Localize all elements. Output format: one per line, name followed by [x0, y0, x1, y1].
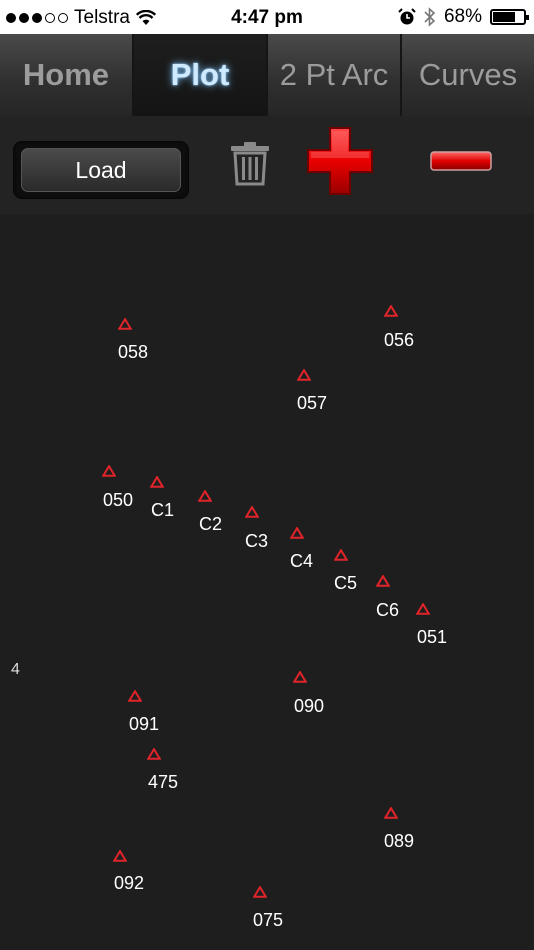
- add-plus-icon[interactable]: [306, 126, 374, 196]
- point-label: C1: [151, 500, 175, 520]
- point-label: 092: [114, 873, 145, 893]
- point-label: 090: [294, 696, 325, 716]
- point-label: 051: [417, 627, 448, 647]
- tab-home[interactable]: Home: [0, 34, 134, 116]
- load-button[interactable]: Load: [21, 148, 181, 192]
- point-label: C2: [199, 514, 223, 534]
- remove-minus-icon[interactable]: [430, 150, 492, 172]
- point-label: 075: [253, 910, 284, 930]
- point-label: 475: [148, 772, 179, 792]
- point-label: 057: [297, 393, 328, 413]
- trash-icon[interactable]: [228, 142, 272, 186]
- point-marker-icon[interactable]: [384, 807, 398, 819]
- load-button-frame: Load: [13, 141, 189, 199]
- point-label: 091: [129, 714, 160, 734]
- status-bar: Telstra 4:47 pm 68%: [0, 0, 534, 34]
- point-label: C3: [245, 531, 269, 551]
- point-marker-icon[interactable]: [118, 318, 132, 330]
- point-marker-icon[interactable]: [128, 690, 142, 702]
- point-marker-icon[interactable]: [293, 671, 307, 683]
- point-marker-icon[interactable]: [334, 549, 348, 561]
- point-label: 089: [384, 831, 415, 851]
- point-marker-icon[interactable]: [253, 886, 267, 898]
- point-marker-icon[interactable]: [384, 305, 398, 317]
- point-marker-icon[interactable]: [297, 369, 311, 381]
- point-marker-icon[interactable]: [198, 490, 212, 502]
- point-marker-icon[interactable]: [150, 476, 164, 488]
- point-marker-icon[interactable]: [376, 575, 390, 587]
- tab-curves[interactable]: Curves: [402, 34, 534, 116]
- point-label: 056: [384, 330, 415, 350]
- battery-percent: 68%: [443, 6, 482, 27]
- point-marker-icon[interactable]: [102, 465, 116, 477]
- plot-edge-mark: 4: [11, 661, 20, 678]
- point-marker-icon[interactable]: [113, 850, 127, 862]
- bluetooth-icon: [424, 7, 436, 27]
- tab-plot[interactable]: Plot: [134, 34, 268, 116]
- point-marker-icon[interactable]: [147, 748, 161, 760]
- point-marker-icon[interactable]: [416, 603, 430, 615]
- tab-bar: Home Plot 2 Pt Arc Curves: [0, 34, 534, 116]
- plot-canvas[interactable]: 4 058 056 057 050 C1 C2 C3 C4 C5 C6 051 090 091 475 08…: [0, 214, 534, 950]
- point-marker-icon[interactable]: [245, 506, 259, 518]
- battery-icon: [490, 9, 529, 25]
- point-label: C6: [376, 600, 400, 620]
- point-marker-icon[interactable]: [290, 527, 304, 539]
- point-label: C5: [334, 573, 358, 593]
- point-label: C4: [290, 551, 314, 571]
- tab-2-pt-arc[interactable]: 2 Pt Arc: [268, 34, 402, 116]
- alarm-clock-icon: [398, 8, 416, 25]
- point-label: 050: [103, 490, 134, 510]
- point-label: 058: [118, 342, 149, 362]
